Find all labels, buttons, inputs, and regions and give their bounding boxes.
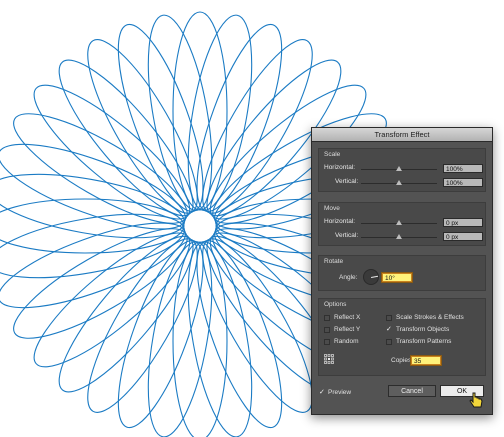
transform-patterns-checkbox[interactable] [386, 339, 392, 345]
cancel-button[interactable]: Cancel [388, 385, 436, 397]
move-vertical-slider[interactable] [361, 234, 437, 239]
petal-ellipse [58, 59, 194, 217]
scale-horizontal-field[interactable]: 100% [443, 164, 483, 173]
preview-label: Preview [328, 389, 352, 396]
reflect-x-label: Reflect X [334, 314, 361, 321]
move-vertical-field[interactable]: 0 px [443, 232, 483, 241]
move-horizontal-slider[interactable] [361, 220, 437, 225]
scale-horizontal-slider[interactable] [361, 166, 437, 171]
hand-pointer-cursor-icon [469, 392, 483, 408]
random-label: Random [334, 338, 359, 345]
transform-effect-dialog: Transform Effect Scale Horizontal: 100% … [311, 127, 493, 415]
petal-ellipse [172, 241, 228, 437]
random-checkbox[interactable] [324, 339, 330, 345]
petal-ellipse [117, 23, 204, 212]
petal-ellipse [33, 232, 191, 368]
petal-ellipse [196, 240, 283, 429]
center-hole [194, 220, 206, 232]
scale-legend: Scale [324, 151, 341, 158]
angle-field[interactable]: 10° [382, 273, 412, 282]
options-legend: Options [324, 301, 347, 308]
copies-label: Copies [391, 357, 412, 364]
angle-dial-icon[interactable] [363, 269, 379, 285]
slider-knob[interactable] [396, 166, 402, 171]
transform-patterns-label: Transform Patterns [396, 338, 452, 345]
scale-vertical-field[interactable]: 100% [443, 178, 483, 187]
move-legend: Move [324, 205, 340, 212]
transform-objects-label: Transform Objects [396, 326, 450, 333]
reflect-y-checkbox[interactable] [324, 327, 330, 333]
petal-ellipse [196, 23, 283, 212]
scale-horizontal-label: Horizontal: [324, 164, 356, 171]
scale-vertical-label: Vertical: [335, 178, 359, 185]
move-horizontal-row: Horizontal: 0 px [319, 217, 485, 229]
scale-strokes-checkbox[interactable] [386, 315, 392, 321]
scale-horizontal-row: Horizontal: 100% [319, 163, 485, 175]
petal-ellipse [172, 11, 228, 211]
angle-dial-indicator [371, 275, 379, 278]
move-vertical-row: Vertical: 0 px [319, 231, 485, 243]
rotate-group: Rotate Angle: 10° [318, 255, 486, 291]
reference-point-grid-icon[interactable] [324, 354, 334, 364]
move-horizontal-field[interactable]: 0 px [443, 218, 483, 227]
move-group: Move Horizontal: 0 px Vertical: 0 px [318, 202, 486, 246]
dialog-title[interactable]: Transform Effect [312, 128, 492, 142]
reflect-x-checkbox[interactable] [324, 315, 330, 321]
scale-strokes-label: Scale Strokes & Effects [396, 314, 464, 321]
options-group: Options Reflect X Reflect Y Random Scale… [318, 298, 486, 376]
copies-field[interactable]: 35 [411, 356, 441, 365]
scale-vertical-slider[interactable] [361, 180, 437, 185]
preview-checkbox[interactable]: ✓ [319, 389, 325, 396]
scale-vertical-row: Vertical: 100% [319, 177, 485, 189]
petal-ellipse [0, 198, 185, 254]
rotate-legend: Rotate [324, 258, 344, 265]
slider-knob[interactable] [396, 180, 402, 185]
move-vertical-label: Vertical: [335, 232, 359, 239]
scale-group: Scale Horizontal: 100% Vertical: 100% [318, 148, 486, 192]
petal-ellipse [33, 84, 191, 220]
petal-ellipse [117, 240, 204, 429]
transform-objects-checkbox[interactable]: ✓ [386, 326, 392, 333]
reflect-y-label: Reflect Y [334, 326, 361, 333]
move-horizontal-label: Horizontal: [324, 218, 356, 225]
slider-knob[interactable] [396, 220, 402, 225]
angle-label: Angle: [339, 274, 358, 281]
slider-knob[interactable] [396, 234, 402, 239]
petal-ellipse [58, 235, 194, 393]
